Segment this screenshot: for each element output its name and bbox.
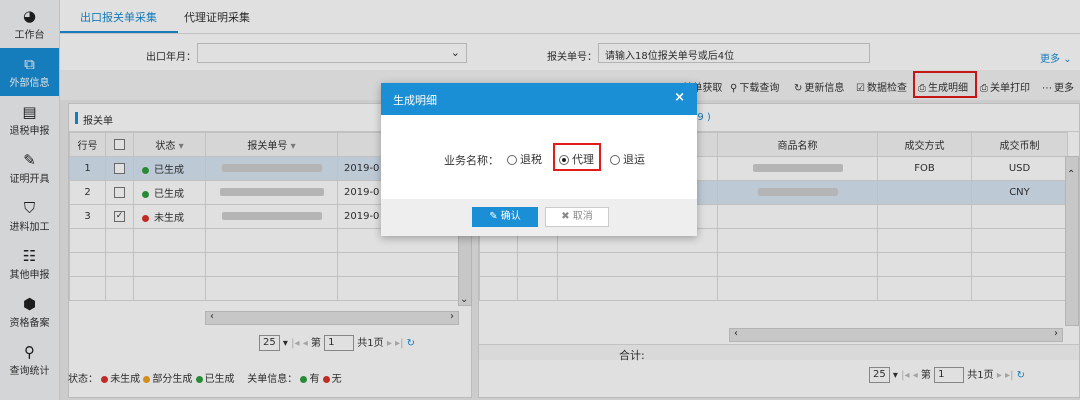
confirm-label: 确认	[500, 211, 521, 222]
cancel-button[interactable]: ✖ 取消	[545, 207, 609, 227]
radio-tax-refund-label: 退税	[520, 153, 542, 166]
radio-button[interactable]	[507, 155, 517, 165]
agency-option-highlight	[553, 143, 601, 171]
cancel-label: 取消	[572, 211, 593, 222]
dialog-title: 生成明细	[393, 94, 437, 107]
radio-return-label: 退运	[623, 153, 645, 166]
edit-icon: ✎	[489, 211, 498, 222]
radio-tax-refund[interactable]: 退税	[507, 151, 542, 167]
generate-detail-dialog: 生成明细 × 业务名称： 退税 代理 退运 ✎ 确认 ✖ 取消	[381, 83, 697, 236]
close-icon: ✖	[561, 211, 570, 222]
confirm-button[interactable]: ✎ 确认	[472, 207, 538, 227]
dialog-body: 业务名称： 退税 代理 退运	[381, 115, 697, 199]
close-icon[interactable]: ×	[674, 90, 685, 105]
dialog-footer: ✎ 确认 ✖ 取消	[381, 199, 697, 236]
business-name-label: 业务名称：	[444, 154, 499, 167]
dialog-header: 生成明细 ×	[381, 83, 697, 115]
radio-return[interactable]: 退运	[610, 151, 645, 167]
radio-button[interactable]	[610, 155, 620, 165]
